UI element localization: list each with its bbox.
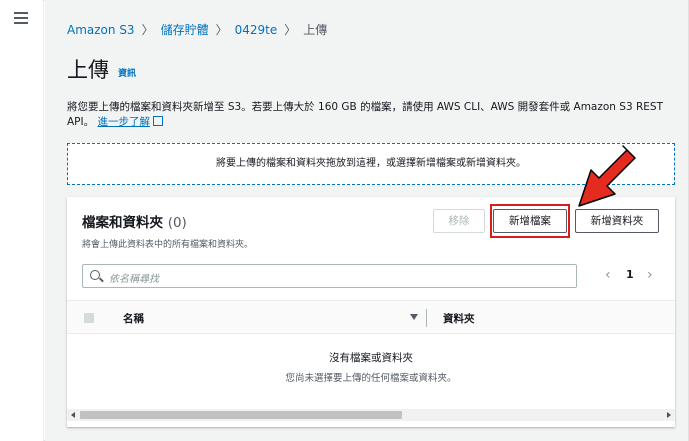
panel-title: 檔案和資料夾 (0)	[82, 211, 187, 231]
scrollbar-thumb[interactable]	[80, 411, 402, 419]
column-header-folder[interactable]: 資料夾	[443, 311, 475, 326]
scroll-left-icon[interactable]	[71, 412, 75, 418]
add-files-button[interactable]: 新增檔案	[493, 209, 567, 233]
breadcrumb: Amazon S3 〉 儲存貯體 〉 0429te 〉 上傳	[67, 21, 327, 38]
scroll-right-icon[interactable]	[667, 412, 671, 418]
pagination: ‹ 1 ›	[601, 266, 661, 286]
chevron-right-icon: 〉	[141, 23, 154, 37]
main-content: Amazon S3 〉 儲存貯體 〉 0429te 〉 上傳 上傳 資訊 將您要…	[45, 0, 688, 441]
panel-subtitle: 將會上傳此資料表中的所有檔案和資料夾。	[82, 240, 254, 250]
remove-button[interactable]: 移除	[433, 209, 485, 233]
chevron-right-icon[interactable]: ›	[647, 266, 653, 284]
file-count: (0)	[167, 215, 187, 231]
search-icon	[90, 270, 100, 280]
chevron-right-icon: 〉	[215, 23, 228, 37]
page-description: 將您要上傳的檔案和資料夾新增至 S3。若要上傳大於 160 GB 的檔案，請使用…	[67, 100, 667, 130]
current-page[interactable]: 1	[626, 268, 634, 281]
breadcrumb-bucket-name[interactable]: 0429te	[235, 23, 278, 37]
empty-state-subtitle: 您尚未選擇要上傳的任何檔案或資料夾。	[285, 373, 457, 384]
horizontal-scrollbar[interactable]	[67, 409, 675, 421]
table-header: 名稱 資料夾	[67, 300, 675, 334]
menu-icon[interactable]	[14, 12, 28, 24]
page-title: 上傳	[67, 58, 109, 82]
column-divider[interactable]	[426, 309, 427, 327]
red-arrow-icon	[578, 145, 636, 207]
learn-more-link[interactable]: 進一步了解	[97, 116, 150, 128]
panel-title-text: 檔案和資料夾	[82, 215, 163, 231]
side-navigation	[0, 0, 44, 441]
drop-zone-text: 將要上傳的檔案和資料夾拖放到這裡，或選擇新增檔案或新增資料夾。	[216, 158, 526, 169]
sort-down-icon[interactable]	[410, 314, 418, 320]
chevron-right-icon: 〉	[284, 23, 297, 37]
breadcrumb-buckets[interactable]: 儲存貯體	[161, 21, 209, 38]
breadcrumb-amazon-s3[interactable]: Amazon S3	[67, 23, 135, 37]
files-and-folders-panel: 檔案和資料夾 (0) 將會上傳此資料表中的所有檔案和資料夾。 移除 新增檔案 新…	[67, 197, 675, 427]
search-input[interactable]: 依名稱尋找	[82, 264, 577, 288]
column-header-name[interactable]: 名稱	[123, 311, 144, 326]
external-link-icon	[152, 116, 163, 126]
empty-state-title: 沒有檔案或資料夾	[329, 352, 413, 364]
search-placeholder: 依名稱尋找	[109, 274, 159, 285]
select-all-checkbox[interactable]	[84, 313, 94, 323]
chevron-left-icon[interactable]: ‹	[605, 266, 611, 284]
breadcrumb-current: 上傳	[303, 23, 328, 37]
info-link[interactable]: 資訊	[118, 66, 136, 79]
